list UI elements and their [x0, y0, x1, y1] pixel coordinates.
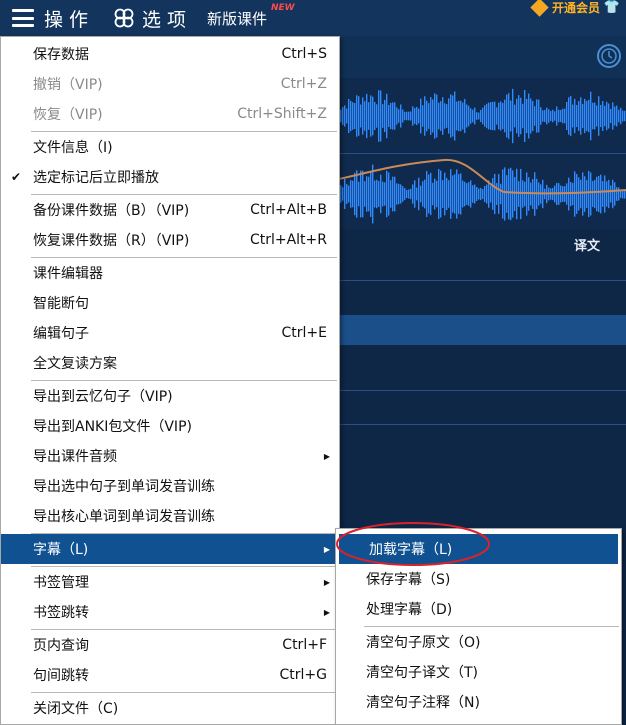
- divider: [334, 424, 626, 425]
- triangle-right-icon: ▶: [323, 544, 330, 554]
- clover-icon: [114, 8, 134, 28]
- menu-item-export-core-words-to-pronunciation[interactable]: 导出核心单词到单词发音训练: [1, 501, 339, 531]
- menu-item-restore-courseware[interactable]: 恢复课件数据（R）（VIP) Ctrl+Alt+R: [1, 225, 339, 255]
- menu-item-courseware-editor[interactable]: 课件编辑器: [1, 258, 339, 288]
- menu-item-full-repeat-plan[interactable]: 全文复读方案: [1, 348, 339, 378]
- waveform-pitch[interactable]: [333, 154, 626, 230]
- new-courseware-menu[interactable]: 新版课件: [207, 0, 267, 36]
- translation-label: 译文: [573, 239, 600, 254]
- submenu-item-save-subtitles[interactable]: 保存字幕（S): [336, 564, 621, 594]
- divider: [334, 390, 626, 391]
- menu-item-bookmark-jump[interactable]: 书签跳转 ▶: [1, 597, 339, 627]
- submenu-item-clear-notes[interactable]: 清空句子注释（N): [336, 687, 621, 717]
- menu-item-smart-split[interactable]: 智能断句: [1, 288, 339, 318]
- menu-item-close-file[interactable]: 关闭文件（C): [1, 693, 339, 723]
- hamburger-icon: [12, 9, 34, 27]
- vip-label: 开通会员: [551, 0, 600, 15]
- waveform-original[interactable]: [334, 78, 626, 154]
- clock-icon[interactable]: [595, 42, 623, 70]
- subtitles-submenu: 加载字幕（L) 保存字幕（S) 处理字幕（D) 清空句子原文（O) 清空句子译文…: [335, 528, 622, 725]
- menu-item-redo[interactable]: 恢复（VIP) Ctrl+Shift+Z: [1, 99, 339, 129]
- operation-menu[interactable]: 操 作: [12, 0, 88, 36]
- selected-sentence-strip[interactable]: [334, 315, 626, 345]
- operation-context-menu: 保存数据 Ctrl+S 撤销（VIP) Ctrl+Z 恢复（VIP) Ctrl+…: [0, 36, 340, 725]
- triangle-right-icon: ▶: [323, 607, 330, 617]
- submenu-item-clear-translation[interactable]: 清空句子译文（T): [336, 657, 621, 687]
- menu-item-export-selected-to-pronunciation[interactable]: 导出选中句子到单词发音训练: [1, 471, 339, 501]
- diamond-icon: [530, 0, 549, 17]
- check-icon: ✔: [11, 170, 22, 184]
- menu-item-find-in-page[interactable]: 页内查询 Ctrl+F: [1, 630, 339, 660]
- submenu-item-load-subtitles[interactable]: 加载字幕（L): [339, 534, 618, 564]
- menu-item-sentence-jump[interactable]: 句间跳转 Ctrl+G: [1, 660, 339, 690]
- menu-item-export-audio[interactable]: 导出课件音频 ▶: [1, 441, 339, 471]
- triangle-right-icon: ▶: [323, 577, 330, 587]
- options-menu-label: 选 项: [142, 8, 187, 31]
- submenu-item-process-subtitles[interactable]: 处理字幕（D): [336, 594, 621, 624]
- divider: [334, 280, 626, 281]
- menu-item-export-cloud-sentences[interactable]: 导出到云忆句子（VIP): [1, 381, 339, 411]
- top-bar: 操 作 选 项 新版课件 NEW 开通会员 👕: [0, 0, 626, 36]
- new-badge: NEW: [271, 3, 295, 13]
- menu-item-file-info[interactable]: 文件信息（I): [1, 132, 339, 162]
- vip-link[interactable]: 开通会员: [530, 0, 600, 17]
- menu-item-save-data[interactable]: 保存数据 Ctrl+S: [1, 39, 339, 69]
- submenu-item-clear-original[interactable]: 清空句子原文（O): [336, 627, 621, 657]
- options-menu[interactable]: 选 项: [114, 0, 186, 36]
- menu-item-export-anki[interactable]: 导出到ANKI包文件（VIP): [1, 411, 339, 441]
- menu-item-edit-sentence[interactable]: 编辑句子 Ctrl+E: [1, 318, 339, 348]
- menu-item-bookmark-manager[interactable]: 书签管理 ▶: [1, 567, 339, 597]
- new-courseware-label: 新版课件: [207, 9, 268, 28]
- operation-menu-label: 操 作: [44, 8, 89, 31]
- menu-item-undo[interactable]: 撤销（VIP) Ctrl+Z: [1, 69, 339, 99]
- triangle-right-icon: ▶: [323, 451, 330, 461]
- menu-item-backup-courseware[interactable]: 备份课件数据（B）（VIP) Ctrl+Alt+B: [1, 195, 339, 225]
- menu-item-subtitles[interactable]: 字幕（L) ▶: [1, 534, 339, 564]
- menu-item-play-after-mark[interactable]: ✔ 选定标记后立即播放: [1, 162, 339, 192]
- shirt-icon[interactable]: 👕: [604, 0, 620, 15]
- clock-row: [334, 36, 626, 78]
